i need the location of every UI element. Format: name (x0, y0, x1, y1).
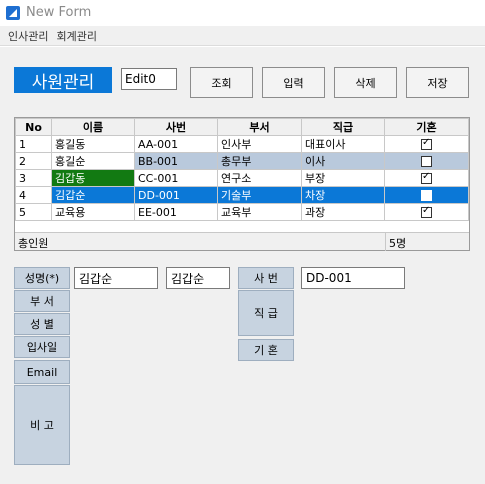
delete-button[interactable]: 삭제 (334, 67, 397, 98)
menu-item-hr[interactable]: 인사관리 (4, 28, 52, 44)
row-name[interactable]: 교육용 (51, 203, 135, 221)
row-dept[interactable]: 기술부 (217, 186, 302, 204)
married-checkbox[interactable] (421, 190, 432, 201)
col-header-dept[interactable]: 부서 (217, 118, 302, 136)
title-bar: New Form (0, 0, 485, 26)
married-checkbox[interactable] (421, 156, 432, 167)
label-email: Email (14, 360, 70, 384)
table-row[interactable]: 3 김갑동 CC-001 연구소 부장 (15, 169, 469, 187)
menu-bar: 인사관리 회계관리 (0, 26, 485, 46)
search-button[interactable]: 조회 (190, 67, 253, 98)
window-title: New Form (26, 5, 92, 20)
row-name[interactable]: 홍길순 (51, 152, 135, 170)
row-dept[interactable]: 인사부 (217, 135, 302, 153)
menu-item-accounting[interactable]: 회계관리 (52, 28, 100, 44)
row-no: 5 (15, 203, 52, 221)
app-icon (6, 6, 20, 20)
employee-grid[interactable]: No 이름 사번 부서 직급 기혼 1 홍길동 AA-001 인사부 대표이사 (14, 117, 470, 251)
row-rank[interactable]: 부장 (301, 169, 385, 187)
row-rank[interactable]: 과장 (301, 203, 385, 221)
row-id[interactable]: AA-001 (134, 135, 218, 153)
name-field-2[interactable] (166, 267, 230, 289)
col-header-name[interactable]: 이름 (51, 118, 135, 136)
row-married[interactable] (384, 169, 469, 187)
table-row[interactable]: 5 교육용 EE-001 교육부 과장 (15, 203, 469, 221)
table-row[interactable]: 2 홍길순 BB-001 총무부 이사 (15, 152, 469, 170)
row-married[interactable] (384, 203, 469, 221)
row-name[interactable]: 김갑순 (51, 186, 135, 204)
name-field[interactable] (74, 267, 158, 289)
row-married[interactable] (384, 135, 469, 153)
col-header-rank[interactable]: 직급 (301, 118, 385, 136)
label-married: 기 혼 (238, 339, 294, 361)
table-row[interactable]: 1 홍길동 AA-001 인사부 대표이사 (15, 135, 469, 153)
col-header-id[interactable]: 사번 (134, 118, 218, 136)
label-hire-date: 입사일 (14, 336, 70, 358)
row-name[interactable]: 홍길동 (51, 135, 135, 153)
grid-footer: 총인원 5명 (15, 232, 469, 251)
row-no: 4 (15, 186, 52, 204)
save-button[interactable]: 저장 (406, 67, 469, 98)
table-row-selected[interactable]: 4 김갑순 DD-001 기술부 차장 (15, 186, 469, 204)
label-emp-no: 사 번 (238, 267, 294, 289)
row-rank[interactable]: 이사 (301, 152, 385, 170)
row-rank[interactable]: 대표이사 (301, 135, 385, 153)
label-gender: 성 별 (14, 313, 70, 335)
row-id[interactable]: CC-001 (134, 169, 218, 187)
row-id[interactable]: DD-001 (134, 186, 218, 204)
edit0-input[interactable] (121, 68, 177, 90)
label-dept: 부 서 (14, 290, 70, 312)
row-rank[interactable]: 차장 (301, 186, 385, 204)
label-note: 비 고 (14, 385, 70, 465)
row-dept[interactable]: 교육부 (217, 203, 302, 221)
emp-no-field[interactable] (301, 267, 405, 289)
row-no: 3 (15, 169, 52, 187)
married-checkbox[interactable] (421, 171, 432, 184)
total-label: 총인원 (18, 237, 49, 250)
input-button[interactable]: 입력 (262, 67, 325, 98)
total-count: 5명 (385, 233, 469, 251)
married-checkbox[interactable] (421, 205, 432, 218)
row-married[interactable] (384, 186, 469, 204)
row-no: 2 (15, 152, 52, 170)
married-checkbox[interactable] (421, 137, 432, 150)
page-title: 사원관리 (14, 67, 112, 93)
row-name[interactable]: 김갑동 (51, 169, 135, 187)
row-married[interactable] (384, 152, 469, 170)
label-rank: 직 급 (238, 290, 294, 336)
form-body: 사원관리 조회 입력 삭제 저장 No 이름 사번 부서 직급 기혼 (0, 47, 485, 484)
row-no: 1 (15, 135, 52, 153)
label-name: 성명(*) (14, 267, 70, 289)
grid-header-row: No 이름 사번 부서 직급 기혼 (15, 118, 469, 136)
row-dept[interactable]: 연구소 (217, 169, 302, 187)
col-header-no[interactable]: No (15, 118, 52, 136)
col-header-married[interactable]: 기혼 (384, 118, 469, 136)
row-dept[interactable]: 총무부 (217, 152, 302, 170)
row-id[interactable]: EE-001 (134, 203, 218, 221)
row-id[interactable]: BB-001 (134, 152, 218, 170)
